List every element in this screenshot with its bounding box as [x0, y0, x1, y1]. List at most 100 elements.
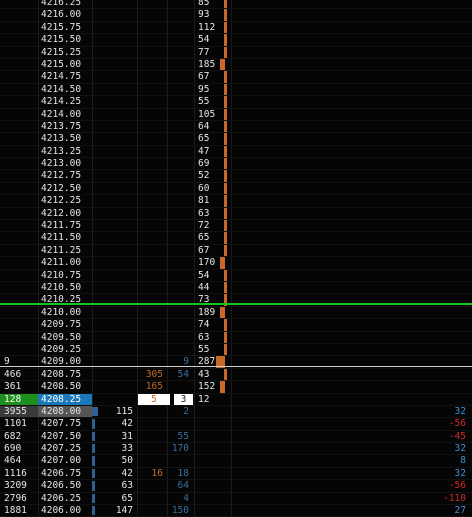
volume-cell[interactable]: [0, 332, 38, 343]
price-cell[interactable]: 4213.25: [38, 146, 92, 157]
ask-cell[interactable]: 93: [195, 9, 225, 20]
price-cell[interactable]: 4214.25: [38, 96, 92, 107]
price-cell[interactable]: 4212.75: [38, 170, 92, 181]
ladder-row[interactable]: 4211.75 72: [0, 220, 472, 233]
ask-cell[interactable]: 64: [195, 121, 225, 132]
volume-cell[interactable]: 690: [0, 443, 38, 454]
ask-cell[interactable]: 54: [195, 270, 225, 281]
bid-cell[interactable]: [137, 121, 167, 132]
price-cell[interactable]: 4208.00: [38, 405, 92, 418]
price-cell[interactable]: 4213.75: [38, 121, 92, 132]
bid-cell[interactable]: [137, 0, 167, 8]
ladder-row[interactable]: 4214.00 105: [0, 108, 472, 121]
ask-cell[interactable]: 69: [195, 158, 225, 169]
volume-cell[interactable]: [0, 307, 38, 318]
volume-cell[interactable]: [0, 158, 38, 169]
volume-cell[interactable]: 128: [0, 393, 38, 405]
ladder-row[interactable]: 4212.25 81: [0, 195, 472, 208]
bid-cell[interactable]: [137, 319, 167, 330]
ladder-row[interactable]: 4215.75 112: [0, 21, 472, 35]
ask-cell[interactable]: 63: [195, 208, 225, 219]
bid-cell[interactable]: [137, 208, 167, 219]
ask-cell[interactable]: [195, 418, 225, 429]
ask-cell[interactable]: 65: [195, 232, 225, 243]
ladder-row[interactable]: 4212.00 63: [0, 207, 472, 221]
price-cell[interactable]: 4210.00: [38, 307, 92, 318]
ladder-row[interactable]: 4215.25 77: [0, 46, 472, 59]
price-cell[interactable]: 4207.00: [38, 455, 92, 466]
price-cell[interactable]: 4209.50: [38, 332, 92, 343]
ask-cell[interactable]: [195, 480, 225, 491]
bid-cell[interactable]: [137, 480, 167, 491]
ask-cell[interactable]: 77: [195, 47, 225, 58]
bid-cell[interactable]: [137, 493, 167, 504]
price-cell[interactable]: 4211.75: [38, 220, 92, 231]
ask-cell[interactable]: [195, 468, 225, 479]
price-cell[interactable]: 4214.00: [38, 109, 92, 120]
price-cell[interactable]: 4207.75: [38, 418, 92, 429]
ask-cell[interactable]: 72: [195, 220, 225, 231]
price-cell[interactable]: 4209.25: [38, 344, 92, 355]
ladder-row[interactable]: 682 4207.50 31 55 -45: [0, 430, 472, 444]
ladder-row[interactable]: 4215.50 54: [0, 34, 472, 47]
price-cell[interactable]: 4215.75: [38, 22, 92, 33]
bid-cell[interactable]: [137, 133, 167, 144]
ask-cell[interactable]: 67: [195, 71, 225, 82]
ladder-row[interactable]: 4209.75 74: [0, 319, 472, 332]
ladder-row[interactable]: 4214.50 95: [0, 83, 472, 97]
price-cell[interactable]: 4214.50: [38, 84, 92, 95]
volume-cell[interactable]: [0, 96, 38, 107]
ladder-row[interactable]: 128 4208.25 5 3 12: [0, 393, 472, 406]
ladder-row[interactable]: 464 4207.00 50 8: [0, 455, 472, 468]
volume-cell[interactable]: [0, 0, 38, 8]
ladder-row[interactable]: 4210.50 44: [0, 281, 472, 295]
volume-cell[interactable]: [0, 208, 38, 219]
bid-cell[interactable]: [137, 443, 167, 454]
ask-cell[interactable]: 63: [195, 332, 225, 343]
price-cell[interactable]: 4206.25: [38, 493, 92, 504]
ladder-row[interactable]: 4211.25 67: [0, 244, 472, 258]
ask-cell[interactable]: 43: [195, 369, 225, 380]
volume-cell[interactable]: [0, 220, 38, 231]
ladder-row[interactable]: 4211.00 170: [0, 257, 472, 270]
ladder-row[interactable]: 4209.25 55: [0, 343, 472, 357]
bid-cell[interactable]: [137, 109, 167, 120]
ask-cell[interactable]: 81: [195, 195, 225, 206]
volume-cell[interactable]: 361: [0, 381, 38, 392]
price-cell[interactable]: 4211.00: [38, 257, 92, 268]
ladder-row[interactable]: 4214.25 55: [0, 96, 472, 109]
volume-cell[interactable]: [0, 22, 38, 33]
bid-cell[interactable]: [137, 344, 167, 355]
price-cell[interactable]: 4215.00: [38, 59, 92, 70]
ask-cell[interactable]: [195, 493, 225, 504]
price-cell[interactable]: 4208.75: [38, 369, 92, 380]
price-cell[interactable]: 4211.25: [38, 245, 92, 256]
bid-cell[interactable]: [137, 158, 167, 169]
ask-current-cell[interactable]: 3: [174, 393, 193, 405]
volume-cell[interactable]: [0, 270, 38, 281]
volume-cell[interactable]: [0, 34, 38, 45]
ladder-row[interactable]: 3955 4208.00 115 2 32: [0, 405, 472, 419]
ladder-row[interactable]: 1881 4206.00 147 150 27: [0, 505, 472, 517]
price-cell[interactable]: 4207.50: [38, 431, 92, 442]
ladder-row[interactable]: 3209 4206.50 63 64 -56: [0, 480, 472, 493]
ladder-row[interactable]: 4211.50 65: [0, 232, 472, 245]
price-cell[interactable]: 4215.25: [38, 47, 92, 58]
volume-cell[interactable]: 466: [0, 369, 38, 380]
price-cell[interactable]: 4208.50: [38, 381, 92, 392]
volume-cell[interactable]: [0, 121, 38, 132]
bid-cell[interactable]: [137, 332, 167, 343]
ask-cell[interactable]: 55: [195, 344, 225, 355]
price-cell[interactable]: 4209.75: [38, 319, 92, 330]
ladder-row[interactable]: 4216.00 93: [0, 9, 472, 22]
volume-cell[interactable]: [0, 257, 38, 268]
ask-cell[interactable]: 152: [195, 381, 225, 392]
price-cell[interactable]: 4213.00: [38, 158, 92, 169]
price-cell[interactable]: 4206.75: [38, 468, 92, 479]
ladder-row[interactable]: 4213.75 64: [0, 120, 472, 134]
volume-cell[interactable]: [0, 344, 38, 355]
bid-cell[interactable]: [137, 220, 167, 231]
ask-cell[interactable]: [195, 505, 225, 516]
bid-cell[interactable]: [137, 282, 167, 293]
ladder-row[interactable]: 4212.50 60: [0, 182, 472, 196]
